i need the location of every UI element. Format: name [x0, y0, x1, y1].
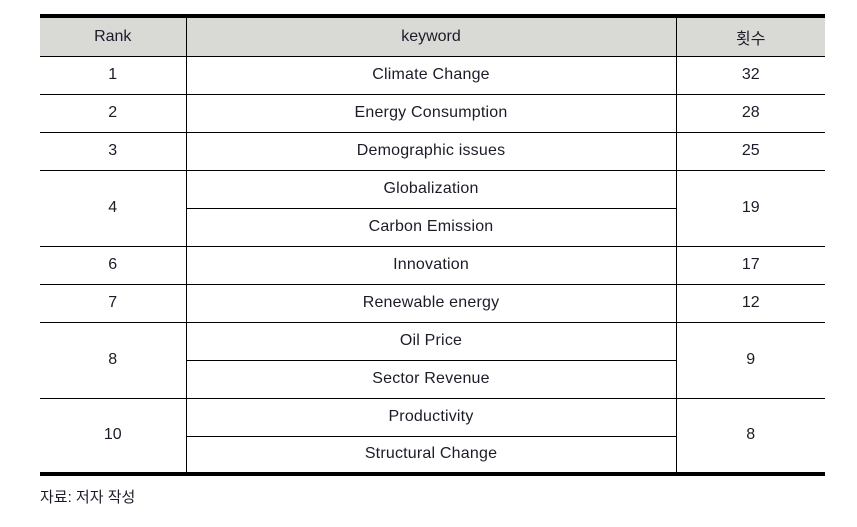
- cell-keyword: Structural Change: [185, 435, 676, 475]
- cell-keyword: Renewable energy: [185, 283, 676, 323]
- table-row: 8 Oil Price 9: [40, 321, 825, 399]
- cell-rank: 3: [40, 131, 186, 171]
- table-row: 1 Climate Change 32: [40, 55, 825, 95]
- table-row: 2 Energy Consumption 28: [40, 93, 825, 133]
- keyword-frequency-table-container: Rank keyword 횟수 1 Climate Change 32 2 Energy…: [40, 14, 825, 476]
- cell-rank: 10: [40, 397, 186, 475]
- table-row: 4 Globalization 19: [40, 169, 825, 247]
- cell-rank: 4: [40, 169, 186, 247]
- column-header-keyword: keyword: [185, 16, 676, 57]
- cell-count: 25: [675, 131, 825, 171]
- cell-count: 32: [675, 55, 825, 95]
- page-root: Rank keyword 횟수 1 Climate Change 32 2 Energy…: [0, 0, 857, 527]
- cell-rank: 6: [40, 245, 186, 285]
- cell-count: 12: [675, 283, 825, 323]
- cell-count: 28: [675, 93, 825, 133]
- cell-rank: 7: [40, 283, 186, 323]
- table-row: 3 Demographic issues 25: [40, 131, 825, 171]
- table-body: 1 Climate Change 32 2 Energy Consumption 28 3 D…: [40, 55, 825, 475]
- cell-keyword: Climate Change: [185, 55, 676, 95]
- cell-keyword: Productivity: [185, 397, 676, 437]
- table-row: 7 Renewable energy 12: [40, 283, 825, 323]
- table-row: 6 Innovation 17: [40, 245, 825, 285]
- cell-rank: 2: [40, 93, 186, 133]
- cell-keyword: Oil Price: [185, 321, 676, 361]
- cell-keyword: Innovation: [185, 245, 676, 285]
- cell-keyword: Demographic issues: [185, 131, 676, 171]
- keyword-frequency-table: Rank keyword 횟수 1 Climate Change 32 2 Energy…: [40, 14, 825, 476]
- cell-keyword: Globalization: [185, 169, 676, 209]
- cell-rank: 1: [40, 55, 186, 95]
- cell-rank: 8: [40, 321, 186, 399]
- cell-count: 17: [675, 245, 825, 285]
- cell-keyword: Energy Consumption: [185, 93, 676, 133]
- table-header: Rank keyword 횟수: [40, 16, 825, 57]
- column-header-count: 횟수: [675, 16, 825, 57]
- cell-keyword: Sector Revenue: [185, 359, 676, 399]
- cell-count: 9: [675, 321, 825, 399]
- table-header-row: Rank keyword 횟수: [40, 16, 825, 57]
- source-note: 자료: 저자 작성: [40, 489, 136, 506]
- cell-count: 8: [675, 397, 825, 475]
- table-row: 10 Productivity 8: [40, 397, 825, 475]
- cell-count: 19: [675, 169, 825, 247]
- cell-keyword: Carbon Emission: [185, 207, 676, 247]
- column-header-rank: Rank: [40, 16, 186, 57]
